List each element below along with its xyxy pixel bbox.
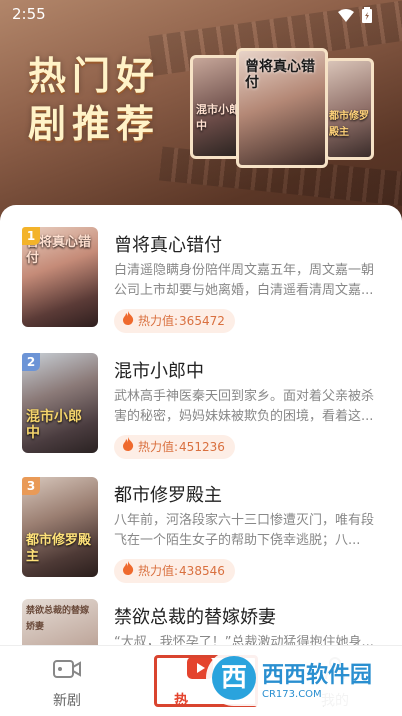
flame-icon: [122, 435, 134, 459]
heat-value: 438546: [179, 564, 225, 578]
status-time: 2:55: [12, 5, 46, 23]
watermark: 西 西西软件园 CR173.COM: [206, 650, 392, 706]
list-item[interactable]: 曾将真心错付 1 曾将真心错付 白清遥隐瞒身份陪伴周文嘉五年，周文嘉一朝公司上市…: [0, 227, 402, 347]
drama-list[interactable]: 曾将真心错付 1 曾将真心错付 白清遥隐瞒身份陪伴周文嘉五年，周文嘉一朝公司上市…: [0, 205, 402, 675]
heat-value: 365472: [179, 314, 225, 328]
drama-title[interactable]: 禁欲总裁的替嫁娇妻: [114, 603, 276, 629]
drama-description: 白清遥隐瞒身份陪伴周文嘉五年，周文嘉一朝公司上市却要与她离婚，白清遥看清周文嘉.…: [114, 263, 375, 298]
heat-label: 热力值:: [138, 440, 179, 454]
heat-value: 451236: [179, 440, 225, 454]
battery-icon: [362, 7, 372, 27]
watermark-subtext: CR173.COM: [262, 688, 322, 700]
rank-badge: 3: [22, 477, 40, 495]
video-camera-icon: [53, 658, 81, 684]
hero-poster-title: 混市小郎中: [196, 103, 240, 132]
drama-description: 八年前，河洛段家六十三口惨遭灭门，唯有段飞在一个陌生女子的帮助下侥幸逃脱；八..…: [114, 513, 375, 548]
hero-title-line1: 热门好: [28, 53, 161, 98]
rank-badge: 2: [22, 353, 40, 371]
watermark-text: 西西软件园: [262, 662, 373, 688]
hero-poster-title: 曾将真心错付: [245, 59, 315, 91]
heat-badge: 热力值: 451236: [114, 435, 235, 459]
hero-poster-main[interactable]: 曾将真心错付: [236, 48, 328, 168]
hero-banner[interactable]: 热门好 剧推荐 混市小郎中 曾将真心错付 都市修罗殿主: [0, 0, 402, 235]
list-item[interactable]: 混市小郎中 2 混市小郎中 武林高手神医秦天回到家乡。面对着父亲被杀害的秘密，妈…: [0, 353, 402, 473]
status-bar: 2:55: [0, 0, 402, 28]
drama-description: 武林高手神医秦天回到家乡。面对着父亲被杀害的秘密，妈妈妹妹被欺负的困境，看着这.…: [114, 389, 375, 424]
hero-title: 热门好 剧推荐: [28, 52, 160, 148]
flame-icon: [122, 309, 134, 333]
heat-badge: 热力值: 365472: [114, 309, 235, 333]
heat-label: 热力值:: [138, 564, 179, 578]
rank-badge: 1: [22, 227, 40, 245]
watermark-logo: 西: [212, 656, 256, 700]
hero-title-line2: 剧推荐: [28, 101, 161, 146]
cover-title: 禁欲总裁的替嫁娇妻: [26, 606, 90, 632]
heat-label: 热力值:: [138, 314, 179, 328]
cover-title: 都市修罗殿主: [26, 533, 92, 564]
hero-poster-title: 都市修罗殿主: [329, 111, 369, 138]
drama-title[interactable]: 混市小郎中: [114, 357, 204, 383]
drama-title[interactable]: 都市修罗殿主: [114, 481, 222, 507]
flame-icon: [122, 559, 134, 583]
drama-title[interactable]: 曾将真心错付: [114, 231, 222, 257]
cover-title: 混市小郎中: [26, 409, 82, 441]
wifi-icon: [338, 8, 354, 27]
list-item[interactable]: 都市修罗殿主 3 都市修罗殿主 八年前，河洛段家六十三口惨遭灭门，唯有段飞在一个…: [0, 477, 402, 597]
heat-badge: 热力值: 438546: [114, 559, 235, 583]
hero-poster[interactable]: 都市修罗殿主: [324, 58, 374, 160]
